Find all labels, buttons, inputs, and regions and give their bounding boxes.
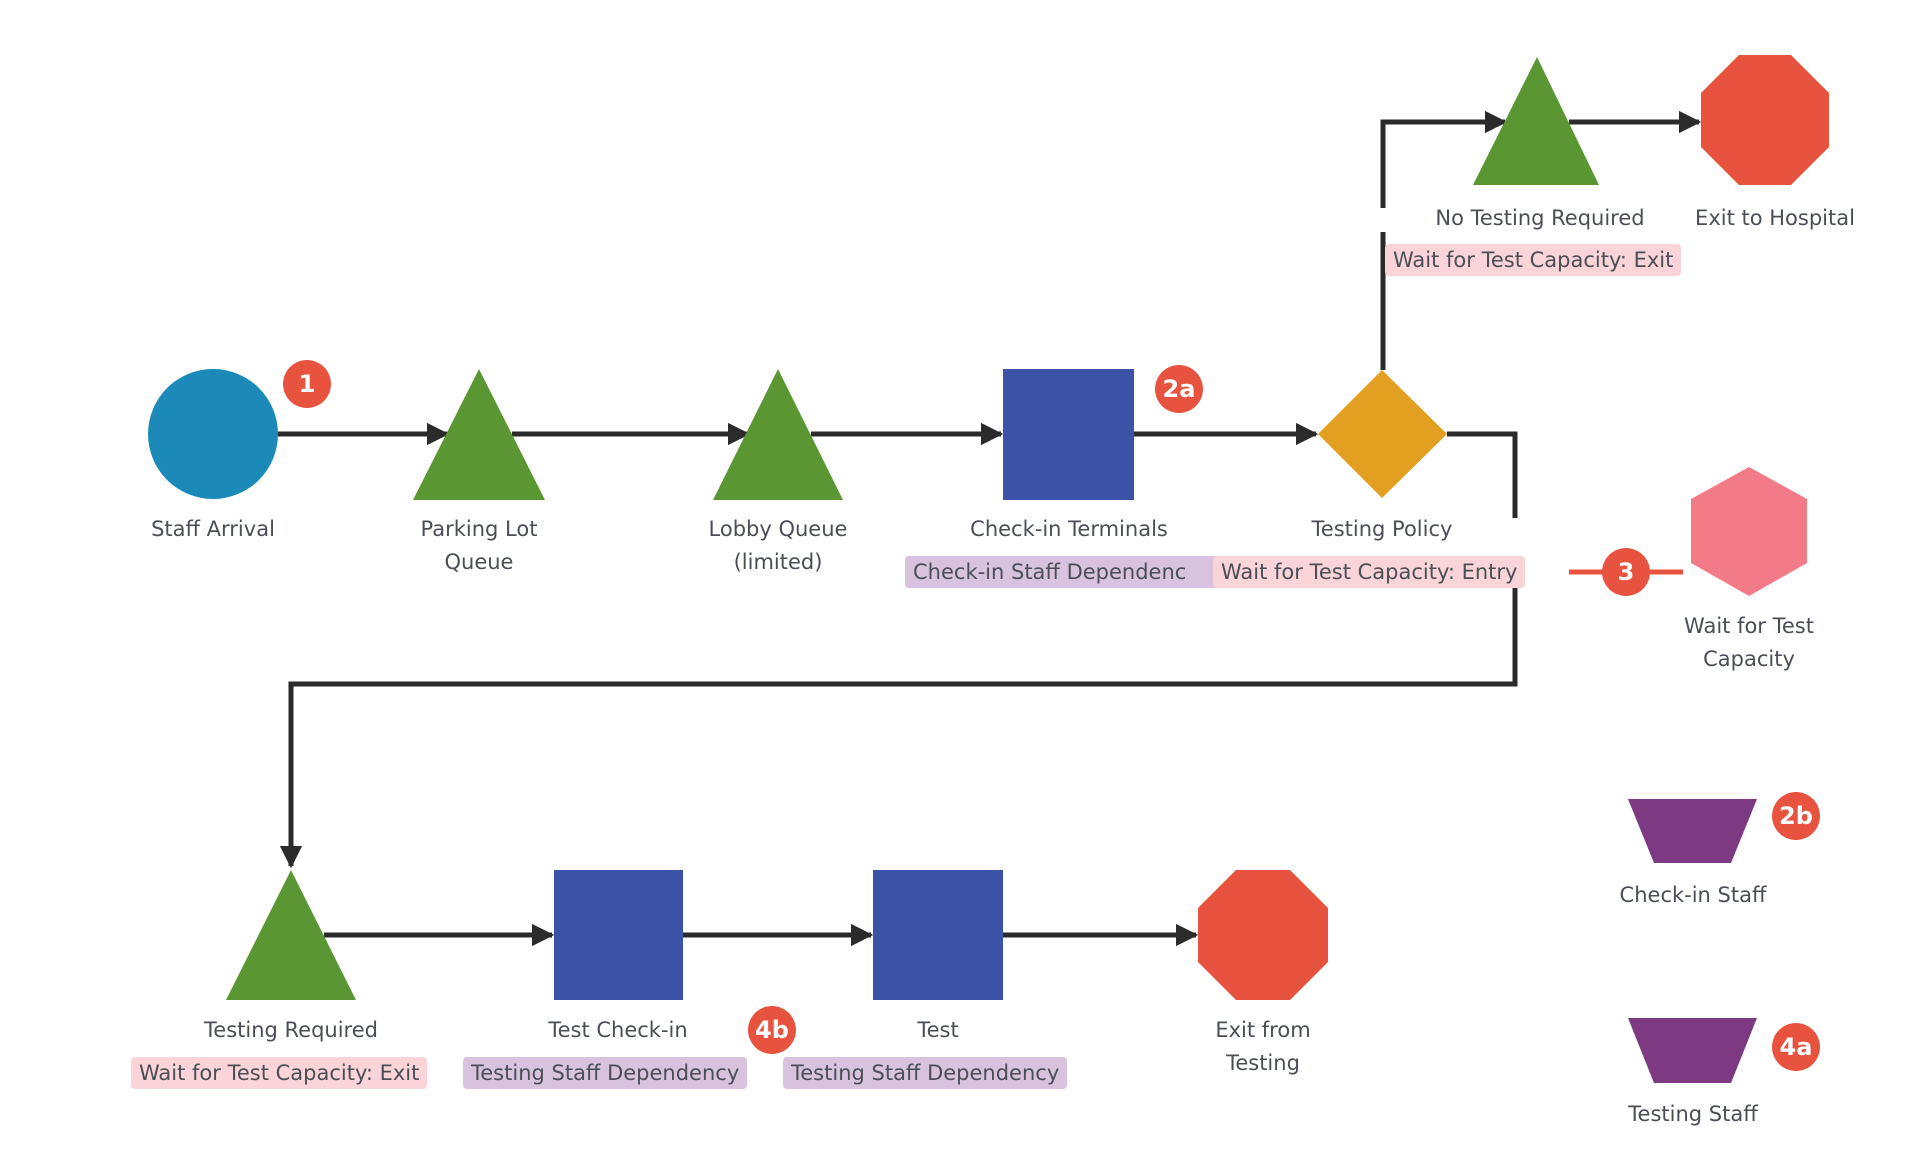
test-checkin-label: Test Check-in: [548, 1018, 688, 1042]
testing-policy-node[interactable]: [1318, 370, 1447, 498]
parking-lot-label-line1: Parking Lot: [420, 517, 538, 541]
staff-arrival-label: Staff Arrival: [151, 517, 275, 541]
wait-for-test-capacity-node[interactable]: [1691, 467, 1807, 596]
wait-for-test-capacity-label: Wait for Test Capacity: [1684, 610, 1814, 676]
lobby-queue-label-line2: (limited): [733, 550, 823, 574]
wait-capacity-entry-tag: Wait for Test Capacity: Entry: [1213, 556, 1526, 588]
testing-required-wait-capacity-exit-tag: Wait for Test Capacity: Exit: [131, 1057, 428, 1089]
checkin-terminals-node[interactable]: [1003, 369, 1134, 500]
connector-gap: [1510, 518, 1520, 558]
testing-required-label: Testing Required: [204, 1018, 378, 1042]
checkin-terminals-label: Check-in Terminals: [970, 517, 1168, 541]
connector-gap: [1378, 208, 1388, 232]
staff-arrival-node[interactable]: [148, 369, 278, 499]
test-checkin-node[interactable]: [554, 870, 683, 1000]
wait-for-test-capacity-label-line1: Wait for Test: [1684, 614, 1814, 638]
step-badge-4b: 4b: [748, 1006, 796, 1054]
testing-staff-label: Testing Staff: [1628, 1102, 1758, 1126]
testing-staff-node[interactable]: [1628, 1018, 1757, 1083]
test-staff-dependency-tag: Testing Staff Dependency: [783, 1057, 1068, 1089]
step-badge-3: 3: [1602, 548, 1650, 596]
step-badge-2a: 2a: [1155, 365, 1203, 413]
step-badge-1: 1: [283, 360, 331, 408]
checkin-staff-label: Check-in Staff: [1619, 883, 1767, 907]
step-badge-4a: 4a: [1772, 1023, 1820, 1071]
exit-from-testing-node[interactable]: [1198, 870, 1328, 1000]
test-label: Test: [917, 1018, 959, 1042]
no-testing-wait-capacity-exit-tag: Wait for Test Capacity: Exit: [1385, 244, 1682, 276]
no-testing-required-label: No Testing Required: [1435, 206, 1645, 230]
test-node[interactable]: [873, 870, 1003, 1000]
lobby-queue-label: Lobby Queue (limited): [709, 513, 848, 579]
exit-to-hospital-label: Exit to Hospital: [1695, 206, 1855, 230]
exit-to-hospital-node[interactable]: [1701, 55, 1829, 185]
checkin-staff-dependency-tag: Check-in Staff Dependenc: [905, 556, 1226, 588]
step-badge-2b: 2b: [1772, 792, 1820, 840]
test-checkin-staff-dependency-tag: Testing Staff Dependency: [463, 1057, 748, 1089]
parking-lot-label: Parking Lot Queue: [421, 513, 538, 579]
testing-policy-label: Testing Policy: [1311, 517, 1453, 541]
lobby-queue-label-line1: Lobby Queue: [708, 517, 848, 541]
checkin-staff-node[interactable]: [1628, 799, 1757, 863]
exit-from-testing-label-line1: Exit from: [1215, 1018, 1311, 1042]
exit-from-testing-label: Exit from Testing: [1215, 1014, 1310, 1080]
exit-from-testing-label-line2: Testing: [1226, 1051, 1300, 1075]
parking-lot-label-line2: Queue: [444, 550, 514, 574]
wait-for-test-capacity-label-line2: Capacity: [1703, 647, 1795, 671]
